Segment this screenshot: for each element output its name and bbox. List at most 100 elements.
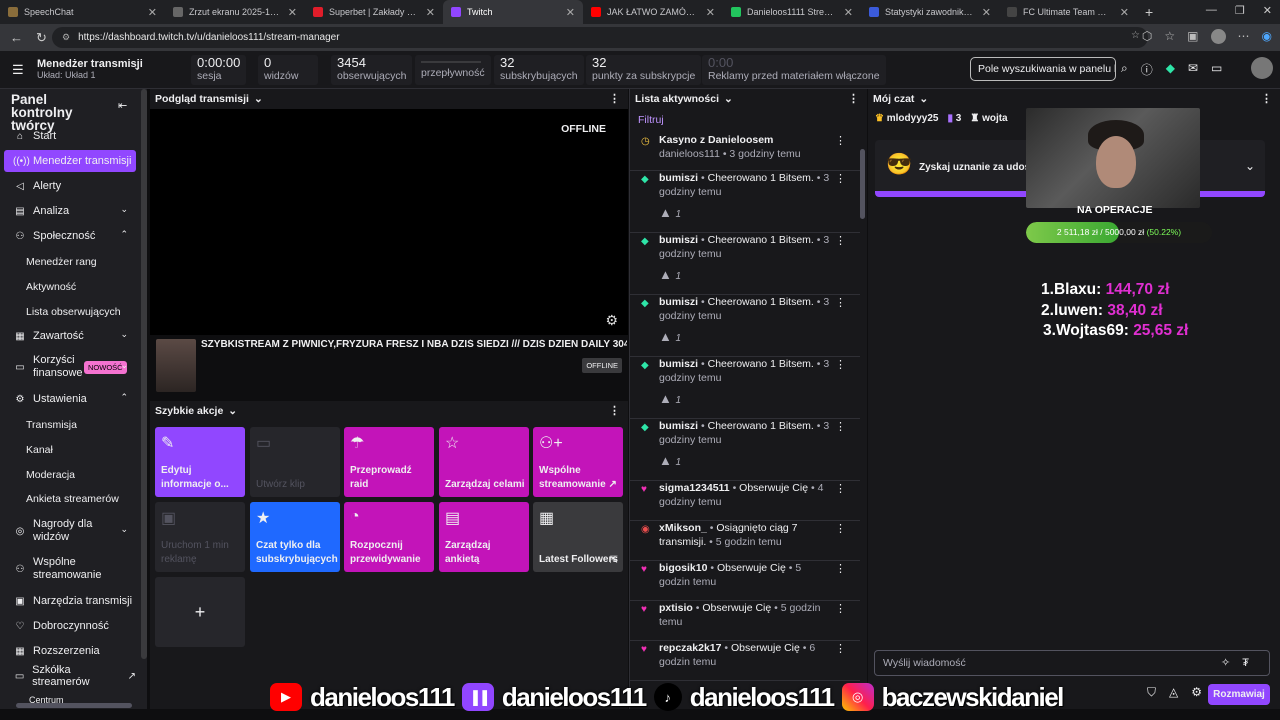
emote-icon[interactable]: ✧ xyxy=(1221,657,1242,669)
activity-user[interactable]: repczak2k17 xyxy=(659,642,721,654)
sidebar-item-content[interactable]: ▦ Zawartość ⌄ xyxy=(4,325,136,347)
profile-avatar[interactable] xyxy=(1210,29,1226,44)
chat-header[interactable]: Mój czat ⌄ ⋮ xyxy=(868,89,1280,109)
collapse-sidebar-icon[interactable]: ⇤ xyxy=(118,99,127,112)
sidebar-item-analytics[interactable]: ▤ Analiza ⌄ xyxy=(4,200,136,222)
reload-icon[interactable]: ↻ xyxy=(36,30,52,46)
more-options-icon[interactable]: ⋮ xyxy=(835,358,846,371)
sidebar-subitem-streamer-survey[interactable]: Ankieta streamerów xyxy=(26,493,119,505)
leaderboard-entry[interactable]: ♛ mlodyyy25 xyxy=(875,113,938,124)
more-options-icon[interactable]: ⋮ xyxy=(609,92,620,105)
more-options-icon[interactable]: ⋮ xyxy=(835,172,846,185)
close-icon[interactable]: ✕ xyxy=(982,6,991,19)
sidebar-item-start[interactable]: ⌂ Start xyxy=(4,125,136,147)
more-options-icon[interactable]: ⋮ xyxy=(835,420,846,433)
shield-icon[interactable]: ⛉ xyxy=(1147,685,1156,700)
new-tab-icon[interactable]: + xyxy=(1145,4,1153,20)
manage-goals-button[interactable]: ☆ Zarządzaj celami xyxy=(439,427,529,497)
chevron-down-icon[interactable]: ⌄ xyxy=(1245,159,1255,173)
sidebar-item-collab[interactable]: ⚇ Wspólne streamowanie xyxy=(4,554,136,584)
activity-item[interactable]: ◆ bumiszi • Cheerowano 1 Bitsem. • 3 godz… xyxy=(630,419,860,481)
close-window-icon[interactable]: ✕ xyxy=(1263,4,1272,17)
site-info-icon[interactable]: ⚙ xyxy=(62,32,70,43)
activity-user[interactable]: bumiszi xyxy=(659,420,698,432)
quick-actions-header[interactable]: Szybkie akcje ⌄ ⋮ xyxy=(150,401,628,421)
sidebar-subitem-stream[interactable]: Transmisja xyxy=(26,419,77,431)
browser-tab[interactable]: Superbet | Zakłady Bukmac ✕ xyxy=(305,0,443,24)
hamburger-menu-icon[interactable]: ☰ xyxy=(12,62,26,78)
close-icon[interactable]: ✕ xyxy=(566,6,575,19)
sidebar-item-broadcast-tools[interactable]: ▣ Narzędzia transmisji xyxy=(4,590,136,612)
help-icon[interactable]: ⓘ xyxy=(1141,61,1153,78)
sidebar-subitem-moderation[interactable]: Moderacja xyxy=(26,469,75,481)
favorites-icon[interactable]: ☆ xyxy=(1164,29,1175,44)
inbox-icon[interactable]: ✉ xyxy=(1188,61,1198,78)
more-options-icon[interactable]: ⋮ xyxy=(835,562,846,575)
browser-tab[interactable]: Danieloos1111 Stream - Wa ✕ xyxy=(723,0,861,24)
back-icon[interactable]: ← xyxy=(10,30,26,45)
close-icon[interactable]: ✕ xyxy=(1120,6,1129,19)
more-options-icon[interactable]: ⋮ xyxy=(835,522,846,535)
more-options-icon[interactable]: ⋮ xyxy=(835,602,846,615)
collections-icon[interactable]: ▣ xyxy=(1187,29,1198,44)
sidebar-item-community[interactable]: ⚇ Społeczność ⌃ xyxy=(4,225,136,247)
activity-user[interactable]: bigosik10 xyxy=(659,562,707,574)
bits-icon[interactable]: ◆ xyxy=(1166,61,1175,78)
sidebar-item-alerts[interactable]: ◁ Alerty xyxy=(4,175,136,197)
latest-followers-button[interactable]: ▦ Latest Followers ⇱ xyxy=(533,502,623,572)
activity-item[interactable]: ◆ bumiszi • Cheerowano 1 Bitsem. • 3 godz… xyxy=(630,295,860,357)
close-icon[interactable]: ✕ xyxy=(844,6,853,19)
browser-tab[interactable]: Statystyki zawodnika Sam H ✕ xyxy=(861,0,999,24)
dashboard-search-input[interactable]: Pole wyszukiwania w panelu k xyxy=(970,57,1116,81)
collab-stream-button[interactable]: ⚇+ Wspólne streamowanie ↗ xyxy=(533,427,623,497)
copilot-icon[interactable]: ◉ xyxy=(1262,29,1272,44)
browser-tab[interactable]: Zrzut ekranu 2025-10-31 1 ✕ xyxy=(165,0,305,24)
add-quick-action-button[interactable]: + xyxy=(155,577,245,647)
edit-stream-info-button[interactable]: ✎ Edytuj informacje o... xyxy=(155,427,245,497)
sidebar-item-extensions[interactable]: ▦ Rozszerzenia xyxy=(4,640,136,662)
browser-tab[interactable]: FC Ultimate Team Web App ✕ xyxy=(999,0,1137,24)
filter-button[interactable]: Filtruj xyxy=(638,114,664,126)
activity-scrollbar[interactable] xyxy=(860,149,865,219)
activity-item[interactable]: ◷ Kasyno z Danieloosem danieloos111 • 3 go… xyxy=(630,133,860,171)
close-icon[interactable]: ✕ xyxy=(148,6,157,19)
activity-item[interactable]: ◆ bumiszi • Cheerowano 1 Bitsem. • 3 godz… xyxy=(630,171,860,233)
sidebar-subitem-rank-manager[interactable]: Menedżer rang xyxy=(26,256,97,268)
activity-item[interactable]: ◆ bumiszi • Cheerowano 1 Bitsem. • 3 godz… xyxy=(630,233,860,295)
activity-item[interactable]: ♥ sigma1234511 • Obserwuje Cię • 4 godzin… xyxy=(630,481,860,521)
activity-item[interactable]: ♥ repczak2k17 • Obserwuje Cię • 6 godzin … xyxy=(630,641,860,681)
create-clip-button[interactable]: ▭ Utwórz klip xyxy=(250,427,340,497)
extensions-icon[interactable]: ⬡ xyxy=(1142,29,1152,44)
sidebar-subitem-followers-list[interactable]: Lista obserwujących xyxy=(26,306,121,318)
sidebar-item-creator-camp[interactable]: ▭ Szkółka streamerów ↗ xyxy=(4,664,136,688)
browser-tab[interactable]: JAK ŁATWO ZAMÓWIĆ NA ✕ xyxy=(583,0,723,24)
sidebar-item-monetization[interactable]: ▭ Korzyści finansowe NOWOŚĆ ⌄ xyxy=(4,352,136,382)
activity-user[interactable]: xMikson_ xyxy=(659,522,707,534)
start-raid-button[interactable]: ☂ Przeprowadź raid xyxy=(344,427,434,497)
activity-item[interactable]: ♥ bigosik10 • Obserwuje Cię • 5 godzin te… xyxy=(630,561,860,601)
activity-user[interactable]: bumiszi xyxy=(659,234,698,246)
url-field[interactable]: ⚙ https://dashboard.twitch.tv/u/danieloo… xyxy=(52,27,1148,48)
leaderboard-entry[interactable]: ▮ 3 xyxy=(947,113,961,124)
browser-tab-active[interactable]: Twitch ✕ xyxy=(443,0,583,24)
manage-poll-button[interactable]: ▤ Zarządzaj ankietą xyxy=(439,502,529,572)
close-icon[interactable]: ✕ xyxy=(706,6,715,19)
settings-icon[interactable]: ⚙ xyxy=(1191,685,1202,700)
sidebar-subitem-activity[interactable]: Aktywność xyxy=(26,281,76,293)
activity-user[interactable]: pxtisio xyxy=(659,602,693,614)
activity-user[interactable]: bumiszi xyxy=(659,358,698,370)
chat-message-input[interactable]: Wyślij wiadomość ✧₮ xyxy=(874,650,1270,676)
bits-icon[interactable]: ◬ xyxy=(1169,685,1178,700)
sub-only-chat-button[interactable]: ★ Czat tylko dla subskrybujących xyxy=(250,502,340,572)
chat-send-button[interactable]: Rozmawiaj xyxy=(1208,684,1270,705)
stream-preview-header[interactable]: Podgląd transmisji ⌄ ⋮ xyxy=(150,89,628,109)
browser-tab[interactable]: SpeechChat ✕ xyxy=(0,0,165,24)
minimize-icon[interactable]: — xyxy=(1206,4,1217,17)
sidebar-item-charity[interactable]: ♡ Dobroczynność xyxy=(4,615,136,637)
leaderboard-entry[interactable]: ♜ wojta xyxy=(970,113,1007,124)
user-avatar[interactable] xyxy=(1251,57,1273,79)
close-icon[interactable]: ✕ xyxy=(288,6,297,19)
activity-user[interactable]: sigma1234511 xyxy=(659,482,730,494)
bookmark-star-icon[interactable]: ☆ xyxy=(1131,30,1140,41)
activity-item[interactable]: ◆ bumiszi • Cheerowano 1 Bitsem. • 3 godz… xyxy=(630,357,860,419)
